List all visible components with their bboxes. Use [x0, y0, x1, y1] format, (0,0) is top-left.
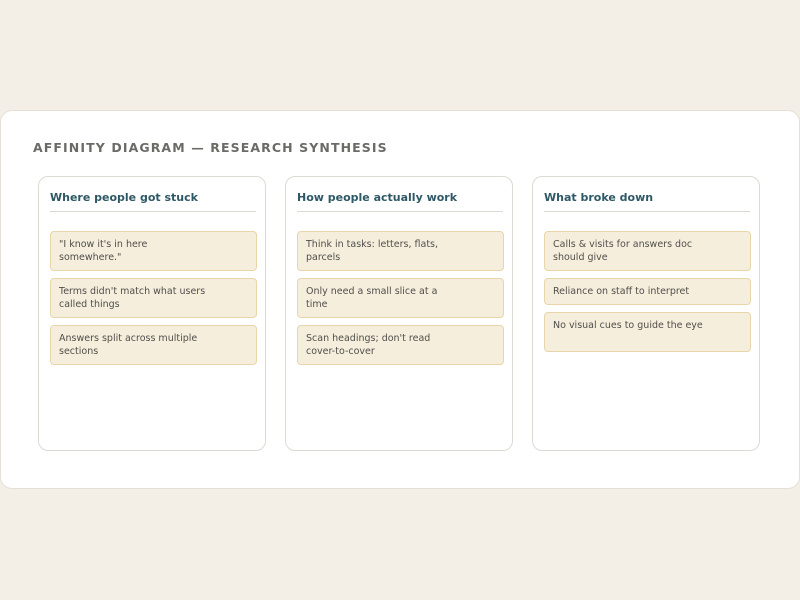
sticky-note: Only need a small slice at a time: [297, 278, 504, 318]
column-heading: Where people got stuck: [50, 191, 198, 204]
column-where-people-got-stuck: Where people got stuck "I know it's in h…: [38, 176, 266, 451]
sticky-note: No visual cues to guide the eye: [544, 312, 751, 352]
column-divider: [544, 211, 750, 212]
note-text: Answers split across multiple sections: [59, 333, 198, 357]
note-text: No visual cues to guide the eye: [553, 320, 703, 331]
note-text: Only need a small slice at a time: [306, 286, 438, 310]
column-heading: How people actually work: [297, 191, 458, 204]
note-list: Think in tasks: letters, flats, parcels …: [297, 231, 504, 372]
affinity-diagram-panel: AFFINITY DIAGRAM — RESEARCH SYNTHESIS Wh…: [0, 110, 800, 489]
sticky-note: Scan headings; don't read cover-to-cover: [297, 325, 504, 365]
note-text: Calls & visits for answers doc should gi…: [553, 239, 693, 263]
column-how-people-actually-work: How people actually work Think in tasks:…: [285, 176, 513, 451]
sticky-note: Reliance on staff to interpret: [544, 278, 751, 305]
sticky-note: Calls & visits for answers doc should gi…: [544, 231, 751, 271]
note-text: Reliance on staff to interpret: [553, 286, 690, 297]
note-list: Calls & visits for answers doc should gi…: [544, 231, 751, 359]
note-text: Think in tasks: letters, flats, parcels: [306, 239, 439, 263]
column-heading: What broke down: [544, 191, 654, 204]
sticky-note: "I know it's in here somewhere.": [50, 231, 257, 271]
column-divider: [297, 211, 503, 212]
column-divider: [50, 211, 256, 212]
column-what-broke-down: What broke down Calls & visits for answe…: [532, 176, 760, 451]
diagram-title: AFFINITY DIAGRAM — RESEARCH SYNTHESIS: [33, 140, 388, 155]
sticky-note: Think in tasks: letters, flats, parcels: [297, 231, 504, 271]
note-list: "I know it's in here somewhere." Terms d…: [50, 231, 257, 372]
note-text: Terms didn't match what users called thi…: [59, 286, 206, 310]
sticky-note: Answers split across multiple sections: [50, 325, 257, 365]
sticky-note: Terms didn't match what users called thi…: [50, 278, 257, 318]
note-text: "I know it's in here somewhere.": [59, 239, 148, 263]
note-text: Scan headings; don't read cover-to-cover: [306, 333, 431, 357]
